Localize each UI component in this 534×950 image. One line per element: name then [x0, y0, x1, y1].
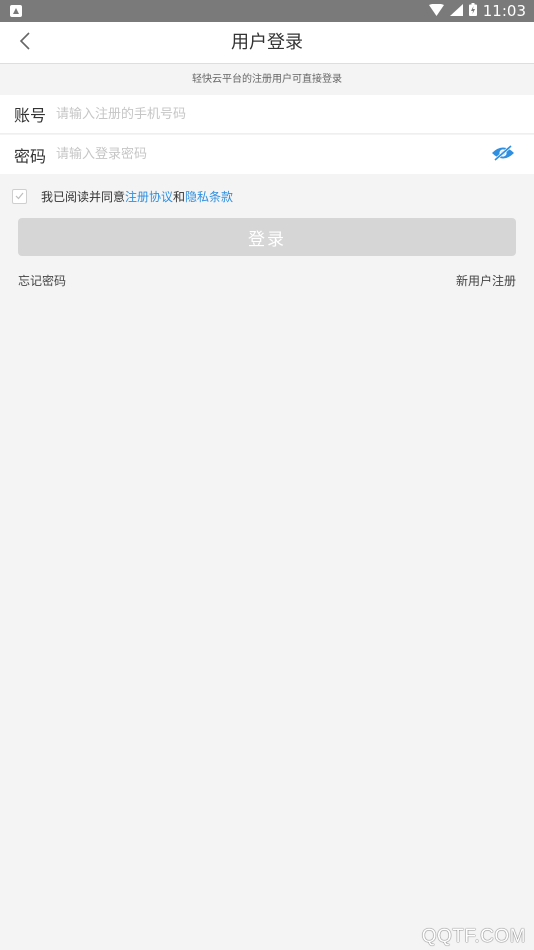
app-bar: 用户登录	[0, 22, 534, 64]
page-title: 用户登录	[231, 32, 303, 53]
agreement-row: 我已阅读并同意 注册协议 和 隐私条款	[12, 186, 233, 206]
battery-icon	[468, 2, 477, 20]
account-row: 账号	[0, 95, 534, 134]
account-input[interactable]	[56, 99, 456, 129]
login-button[interactable]: 登录	[18, 218, 516, 256]
agreement-prefix: 我已阅读并同意	[41, 189, 126, 204]
password-input[interactable]	[56, 139, 456, 170]
signal-icon	[449, 2, 463, 20]
privacy-link[interactable]: 隐私条款	[185, 188, 233, 205]
check-icon	[15, 189, 24, 203]
notification-icon	[10, 5, 22, 17]
account-label: 账号	[14, 106, 47, 125]
eye-hidden-icon	[491, 144, 515, 165]
forgot-password-link[interactable]: 忘记密码	[18, 272, 66, 289]
password-row: 密码	[0, 135, 534, 174]
agreement-and: 和	[173, 189, 186, 204]
password-label: 密码	[14, 146, 47, 166]
agreement-checkbox[interactable]	[12, 188, 27, 204]
status-bar: 11:03	[0, 0, 534, 22]
back-button[interactable]	[8, 26, 42, 60]
watermark: QQTF.COM	[421, 926, 526, 947]
register-link[interactable]: 新用户注册	[456, 272, 516, 289]
login-hint: 轻快云平台的注册用户可直接登录	[192, 74, 342, 85]
password-visibility-toggle[interactable]	[490, 144, 516, 166]
status-time: 11:03	[482, 2, 526, 20]
chevron-left-icon	[19, 31, 31, 55]
wifi-icon	[428, 2, 444, 20]
terms-link[interactable]: 注册协议	[125, 188, 173, 205]
